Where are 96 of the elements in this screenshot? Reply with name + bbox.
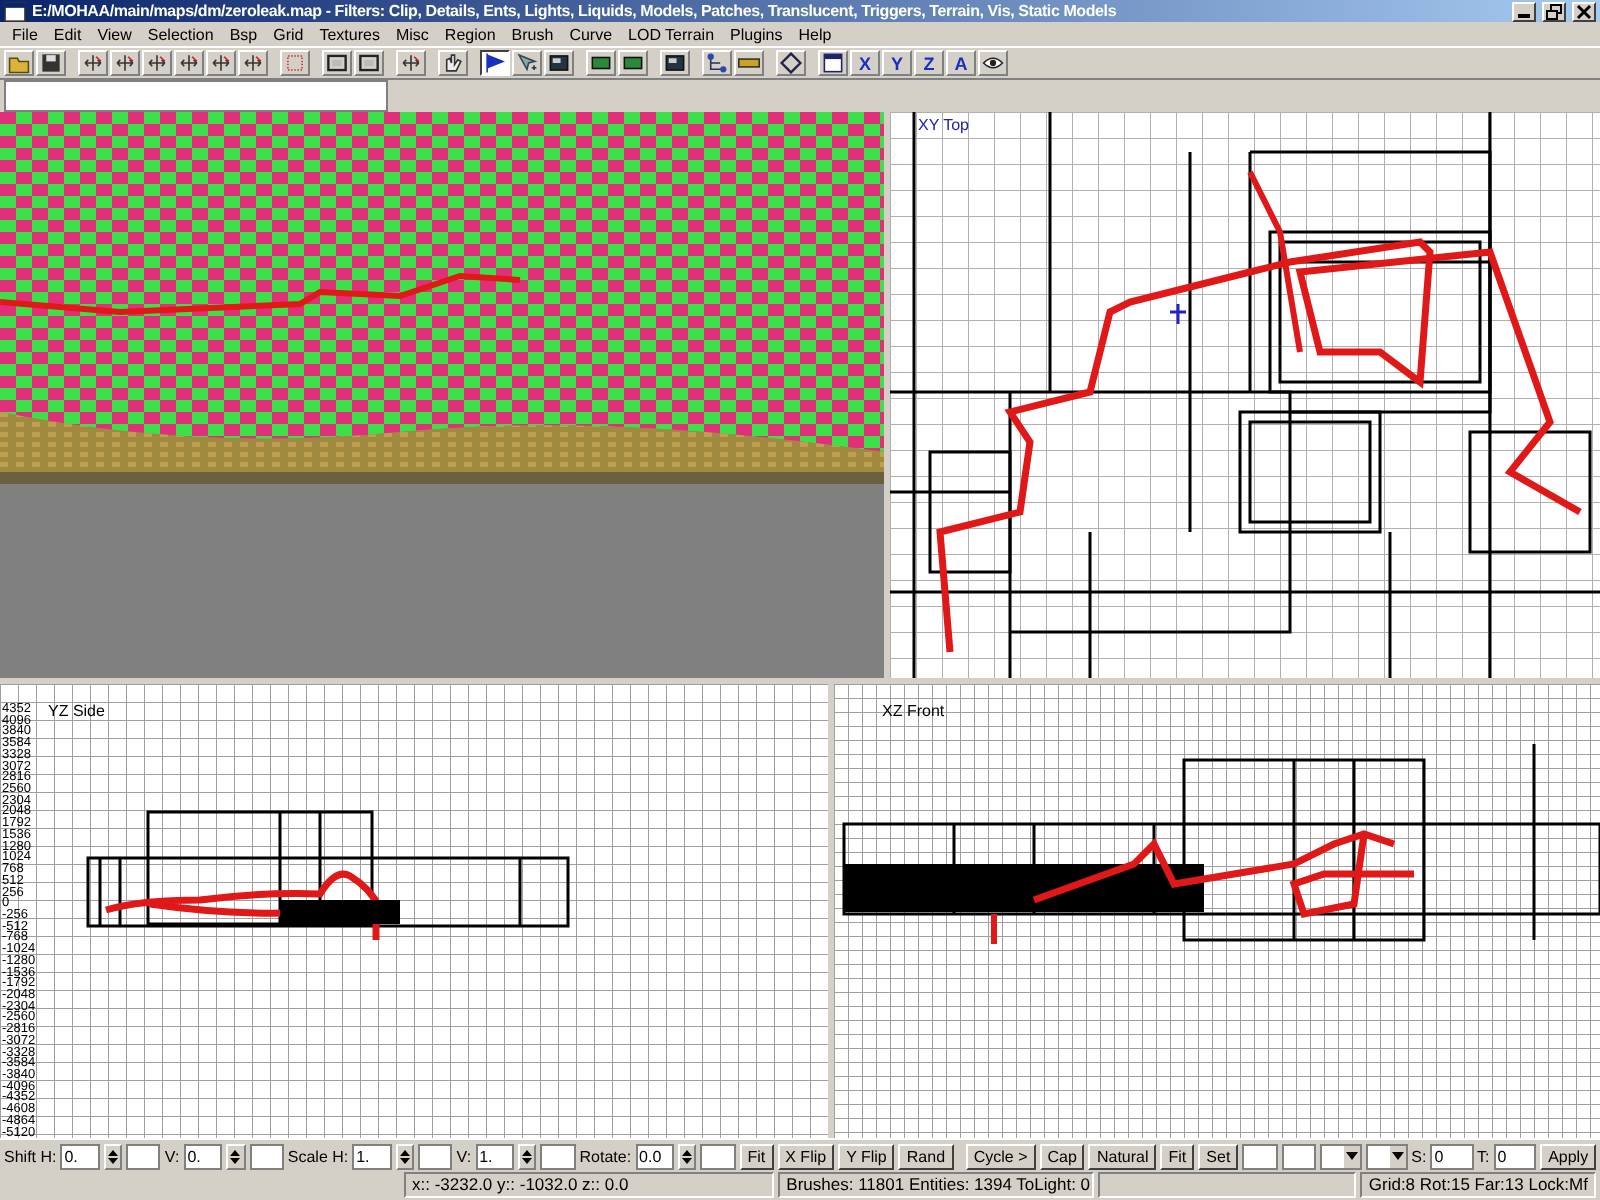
- axis-button[interactable]: Z: [914, 50, 944, 76]
- spinner-button[interactable]: [226, 1143, 245, 1169]
- minimize-button[interactable]: [1512, 1, 1536, 21]
- dotted-square-icon: [284, 52, 306, 74]
- tool-button[interactable]: Cycle >: [965, 1143, 1036, 1169]
- arrows-icon: [400, 52, 422, 74]
- field-label: V:: [456, 1147, 472, 1165]
- minimize-icon: [1518, 14, 1530, 18]
- block-icon: [622, 52, 644, 74]
- menu-item[interactable]: File: [4, 25, 46, 43]
- folder-icon: [8, 52, 30, 74]
- field-label: S:: [1411, 1147, 1427, 1165]
- number-field[interactable]: 0: [1430, 1143, 1474, 1169]
- close-button[interactable]: [1572, 1, 1596, 21]
- caret-icon: [1345, 1152, 1358, 1160]
- frame-icon: [326, 52, 348, 74]
- tool-button[interactable]: Set: [1198, 1143, 1239, 1169]
- input-field[interactable]: [1281, 1143, 1316, 1169]
- coordinates-pane: x:: -3232.0 y:: -1032.0 z:: 0.0: [404, 1172, 775, 1198]
- menu-item[interactable]: Region: [436, 25, 504, 43]
- spinner-button[interactable]: [518, 1143, 537, 1169]
- field-label: T:: [1477, 1147, 1490, 1165]
- input-field[interactable]: [1242, 1143, 1278, 1169]
- restore-button[interactable]: [1542, 1, 1566, 21]
- field-label: V:: [164, 1147, 180, 1165]
- caret-icon: [1391, 1152, 1404, 1160]
- nodes-icon: [706, 52, 728, 74]
- frame-icon: [358, 52, 380, 74]
- view-label: XZ Front: [882, 702, 945, 720]
- field-label: Shift H:: [4, 1147, 57, 1165]
- input-field[interactable]: [126, 1143, 161, 1169]
- menu-item[interactable]: Plugins: [722, 25, 791, 43]
- view-label: YZ Side: [48, 702, 105, 720]
- arrows-icon: [178, 52, 200, 74]
- input-field[interactable]: [249, 1143, 284, 1169]
- view-label: XY Top: [918, 116, 970, 134]
- menu-item[interactable]: Brush: [503, 25, 562, 43]
- field-label: Rotate:: [579, 1147, 632, 1165]
- dropdown[interactable]: [1319, 1143, 1362, 1169]
- tool-button[interactable]: Natural: [1088, 1143, 1157, 1169]
- close-icon: [1576, 3, 1592, 19]
- arrows-icon: [146, 52, 168, 74]
- axis-button[interactable]: X: [850, 50, 880, 76]
- menu-item[interactable]: Bsp: [221, 25, 266, 43]
- field-label: Scale H:: [287, 1147, 349, 1165]
- command-field[interactable]: [4, 80, 388, 112]
- menu-item[interactable]: Textures: [311, 25, 388, 43]
- arrows-icon: [82, 52, 104, 74]
- menu-item[interactable]: Misc: [387, 25, 437, 43]
- input-field[interactable]: [540, 1143, 576, 1169]
- input-field[interactable]: [417, 1143, 453, 1169]
- ruler-icon: [738, 52, 760, 74]
- tool-button[interactable]: Y Flip: [838, 1143, 895, 1169]
- menu-item[interactable]: Grid: [265, 25, 312, 43]
- menu-item[interactable]: View: [89, 25, 140, 43]
- tool-button[interactable]: Fit: [739, 1143, 774, 1169]
- apply-button[interactable]: Apply: [1540, 1143, 1597, 1169]
- menu-item[interactable]: Edit: [45, 25, 90, 43]
- number-field[interactable]: 0.0: [635, 1143, 675, 1169]
- block-icon: [590, 52, 612, 74]
- spinner-button[interactable]: [395, 1143, 414, 1169]
- menu-item[interactable]: Selection: [139, 25, 222, 43]
- arrows-icon: [242, 52, 264, 74]
- axis-button[interactable]: A: [946, 50, 976, 76]
- number-field[interactable]: 1.: [352, 1143, 392, 1169]
- counts-pane: Brushes: 11801 Entities: 1394 ToLight: 0: [778, 1172, 1095, 1198]
- hand-icon: [442, 52, 464, 74]
- tool-button[interactable]: Fit: [1160, 1143, 1195, 1169]
- pointer-icon: [516, 52, 538, 74]
- arrows-icon: [210, 52, 232, 74]
- dropdown[interactable]: [1365, 1143, 1408, 1169]
- tool-button[interactable]: Rand: [898, 1143, 954, 1169]
- axis-button[interactable]: Y: [882, 50, 912, 76]
- menu-item[interactable]: LOD Terrain: [620, 25, 723, 43]
- menu-item[interactable]: Curve: [561, 25, 621, 43]
- spinner-button[interactable]: [103, 1143, 123, 1169]
- input-field[interactable]: [700, 1143, 736, 1169]
- flag-icon: [484, 52, 506, 74]
- window-title: E:/MOHAA/main/maps/dm/zeroleak.map - Filters: Clip, Details, Ents, Lights, Liquids, Models, Patches, Translucent, Triggers, Terrain, Vis, Static Models: [32, 2, 1119, 20]
- spinner-button[interactable]: [678, 1143, 697, 1169]
- tool-button[interactable]: Cap: [1039, 1143, 1085, 1169]
- eye-icon: [982, 52, 1004, 74]
- number-field[interactable]: 0.: [183, 1143, 223, 1169]
- grid-pane: Grid:8 Rot:15 Far:13 Lock:Mf: [1360, 1172, 1596, 1198]
- app-icon: [4, 1, 26, 21]
- window-icon: [822, 52, 844, 74]
- number-field[interactable]: 0.: [60, 1143, 100, 1169]
- arrows-icon: [114, 52, 136, 74]
- screen-icon: [548, 52, 570, 74]
- number-field[interactable]: 0: [1493, 1143, 1537, 1169]
- toolbar-button[interactable]: [480, 50, 510, 76]
- screen-icon: [664, 52, 686, 74]
- menu-item[interactable]: Help: [790, 25, 840, 43]
- number-field[interactable]: 1.: [475, 1143, 515, 1169]
- tool-button[interactable]: X Flip: [777, 1143, 835, 1169]
- diamond-arrows-icon: [780, 52, 802, 74]
